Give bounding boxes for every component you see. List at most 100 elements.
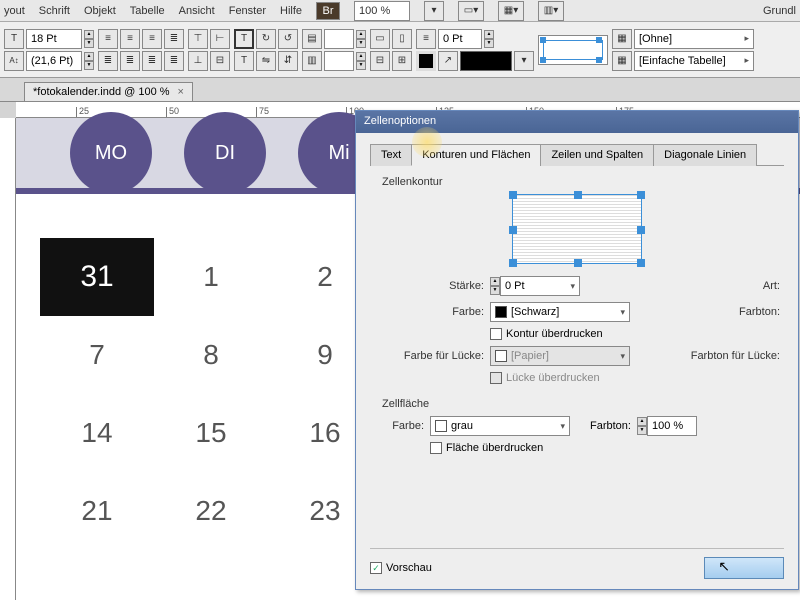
height-min-icon[interactable]: ⊞ — [392, 51, 412, 71]
tab-zeilen[interactable]: Zeilen und Spalten — [540, 144, 654, 166]
flip-h-icon[interactable]: ⇋ — [256, 51, 276, 71]
vorschau-checkbox[interactable]: ✓ — [370, 562, 382, 574]
rotate-ccw-icon[interactable]: ↺ — [278, 29, 298, 49]
workspace-label[interactable]: Grundl — [763, 5, 796, 17]
fl-farbe-dropdown[interactable]: grau — [430, 416, 570, 436]
zoom-field[interactable]: 100 % — [354, 1, 410, 21]
arrange-icon[interactable]: ▦▾ — [498, 1, 524, 21]
textdir-h-icon[interactable]: T — [234, 29, 254, 49]
label-fl-farbe: Farbe: — [370, 420, 430, 432]
merge-icon[interactable]: ▭ — [370, 29, 390, 49]
fill-swatch-icon[interactable] — [416, 51, 436, 71]
farbe-dropdown[interactable]: [Schwarz] — [490, 302, 630, 322]
leading-stepper[interactable]: ▲▼ — [84, 52, 94, 70]
cell-options-dialog: Zellenoptionen Text Konturen und Flächen… — [355, 110, 799, 590]
bridge-button[interactable]: Br — [316, 2, 340, 20]
ok-button[interactable]: OK — [704, 557, 784, 579]
calendar-cell[interactable]: 15 — [154, 394, 268, 472]
font-size-stepper[interactable]: ▲▼ — [84, 30, 94, 48]
menu-objekt[interactable]: Objekt — [84, 5, 116, 17]
border-proxy-preview[interactable] — [512, 194, 642, 264]
leading-field[interactable]: (21,6 Pt) — [26, 51, 82, 71]
fl-farbton-field[interactable]: 100 % — [647, 416, 697, 436]
view-icon[interactable]: ▥▾ — [538, 1, 564, 21]
menu-fenster[interactable]: Fenster — [229, 5, 266, 17]
document-tab[interactable]: *fotokalender.indd @ 100 % × — [24, 82, 193, 101]
tab-diagonale[interactable]: Diagonale Linien — [653, 144, 757, 166]
ruler-vertical[interactable] — [0, 118, 16, 600]
farbe-luecke-dropdown[interactable]: [Papier] — [490, 346, 630, 366]
stroke-weight-icon[interactable]: ≡ — [416, 29, 436, 49]
align-full-icon[interactable]: ≣ — [164, 51, 184, 71]
staerke-dropdown[interactable]: 0 Pt — [500, 276, 580, 296]
label-farbton-luecke: Farbton für Lücke: — [691, 350, 784, 362]
cell-border-proxy[interactable] — [538, 35, 608, 65]
valign-just-icon[interactable]: ⊟ — [210, 51, 230, 71]
valign-mid-icon[interactable]: ⊢ — [210, 29, 230, 49]
calendar-cell[interactable]: 21 — [40, 472, 154, 550]
group-zellflaeche: Zellfläche — [382, 398, 784, 410]
align-jr-icon[interactable]: ≣ — [142, 51, 162, 71]
tablestyle-field[interactable]: [Einfache Tabelle] — [634, 51, 754, 71]
dialog-footer: ✓ Vorschau OK — [370, 548, 784, 579]
stroke-swatch[interactable] — [460, 51, 512, 71]
luecke-ueberdrucken-checkbox — [490, 372, 502, 384]
menu-hilfe[interactable]: Hilfe — [280, 5, 302, 17]
calendar-cell[interactable]: 1 — [154, 238, 268, 316]
label-vorschau: Vorschau — [386, 562, 432, 574]
swap-fill-icon[interactable]: ↗ — [438, 51, 458, 71]
stroke-dd-icon[interactable]: ▾ — [514, 51, 534, 71]
flip-v-icon[interactable]: ⇵ — [278, 51, 298, 71]
menu-layout[interactable]: yout — [4, 5, 25, 17]
font-size-field[interactable]: 18 Pt — [26, 29, 82, 49]
kontur-ueberdrucken-checkbox[interactable] — [490, 328, 502, 340]
leading-icon[interactable]: A↕ — [4, 51, 24, 71]
height-exact-icon[interactable]: ⊟ — [370, 51, 390, 71]
zoom-dropdown-icon[interactable]: ▾ — [424, 1, 444, 21]
tab-konturen[interactable]: Konturen und Flächen — [411, 144, 541, 166]
stroke-weight-field[interactable]: 0 Pt — [438, 29, 482, 49]
valign-bot-icon[interactable]: ⊥ — [188, 51, 208, 71]
rotate-cw-icon[interactable]: ↻ — [256, 29, 276, 49]
calendar-cell[interactable]: 22 — [154, 472, 268, 550]
cols-field[interactable] — [324, 51, 354, 71]
tablestyle-icon[interactable]: ▦ — [612, 51, 632, 71]
label-farbe-luecke: Farbe für Lücke: — [370, 350, 490, 362]
char-format-icon[interactable]: T — [4, 29, 24, 49]
rows-field[interactable] — [324, 29, 354, 49]
fl-farbton-stepper[interactable]: ▲▼ — [637, 417, 647, 435]
rows-stepper[interactable]: ▲▼ — [356, 30, 366, 48]
align-justify-icon[interactable]: ≣ — [164, 29, 184, 49]
calendar-cell-selected[interactable]: 31 — [40, 238, 154, 316]
split-icon[interactable]: ▯ — [392, 29, 412, 49]
align-right-icon[interactable]: ≡ — [142, 29, 162, 49]
align-left-icon[interactable]: ≡ — [98, 29, 118, 49]
dialog-title[interactable]: Zellenoptionen — [356, 111, 798, 133]
label-fl-farbton: Farbton: — [590, 420, 631, 432]
swatch-black-icon — [495, 306, 507, 318]
tab-text[interactable]: Text — [370, 144, 412, 166]
cols-stepper[interactable]: ▲▼ — [356, 52, 366, 70]
calendar-cell[interactable]: 7 — [40, 316, 154, 394]
align-jc-icon[interactable]: ≣ — [120, 51, 140, 71]
calendar-cell[interactable]: 8 — [154, 316, 268, 394]
close-tab-icon[interactable]: × — [178, 86, 184, 98]
flaeche-ueberdrucken-checkbox[interactable] — [430, 442, 442, 454]
ruler-tick: 75 — [256, 107, 269, 117]
screenmode-icon[interactable]: ▭▾ — [458, 1, 484, 21]
textdir-v-icon[interactable]: T — [234, 51, 254, 71]
valign-top-icon[interactable]: ⊤ — [188, 29, 208, 49]
staerke-stepper[interactable]: ▲▼ — [490, 277, 500, 295]
cellstyle-icon[interactable]: ▦ — [612, 29, 632, 49]
rows-icon[interactable]: ▤ — [302, 29, 322, 49]
menu-schrift[interactable]: Schrift — [39, 5, 70, 17]
align-center-icon[interactable]: ≡ — [120, 29, 140, 49]
align-jl-icon[interactable]: ≣ — [98, 51, 118, 71]
cellstyle-field[interactable]: [Ohne] — [634, 29, 754, 49]
menu-tabelle[interactable]: Tabelle — [130, 5, 165, 17]
stroke-stepper[interactable]: ▲▼ — [484, 30, 494, 48]
cols-icon[interactable]: ▥ — [302, 51, 322, 71]
calendar-cell[interactable]: 14 — [40, 394, 154, 472]
menu-ansicht[interactable]: Ansicht — [179, 5, 215, 17]
calendar-grid[interactable]: 31 1 2 7 8 9 14 15 16 21 22 23 — [40, 238, 382, 550]
